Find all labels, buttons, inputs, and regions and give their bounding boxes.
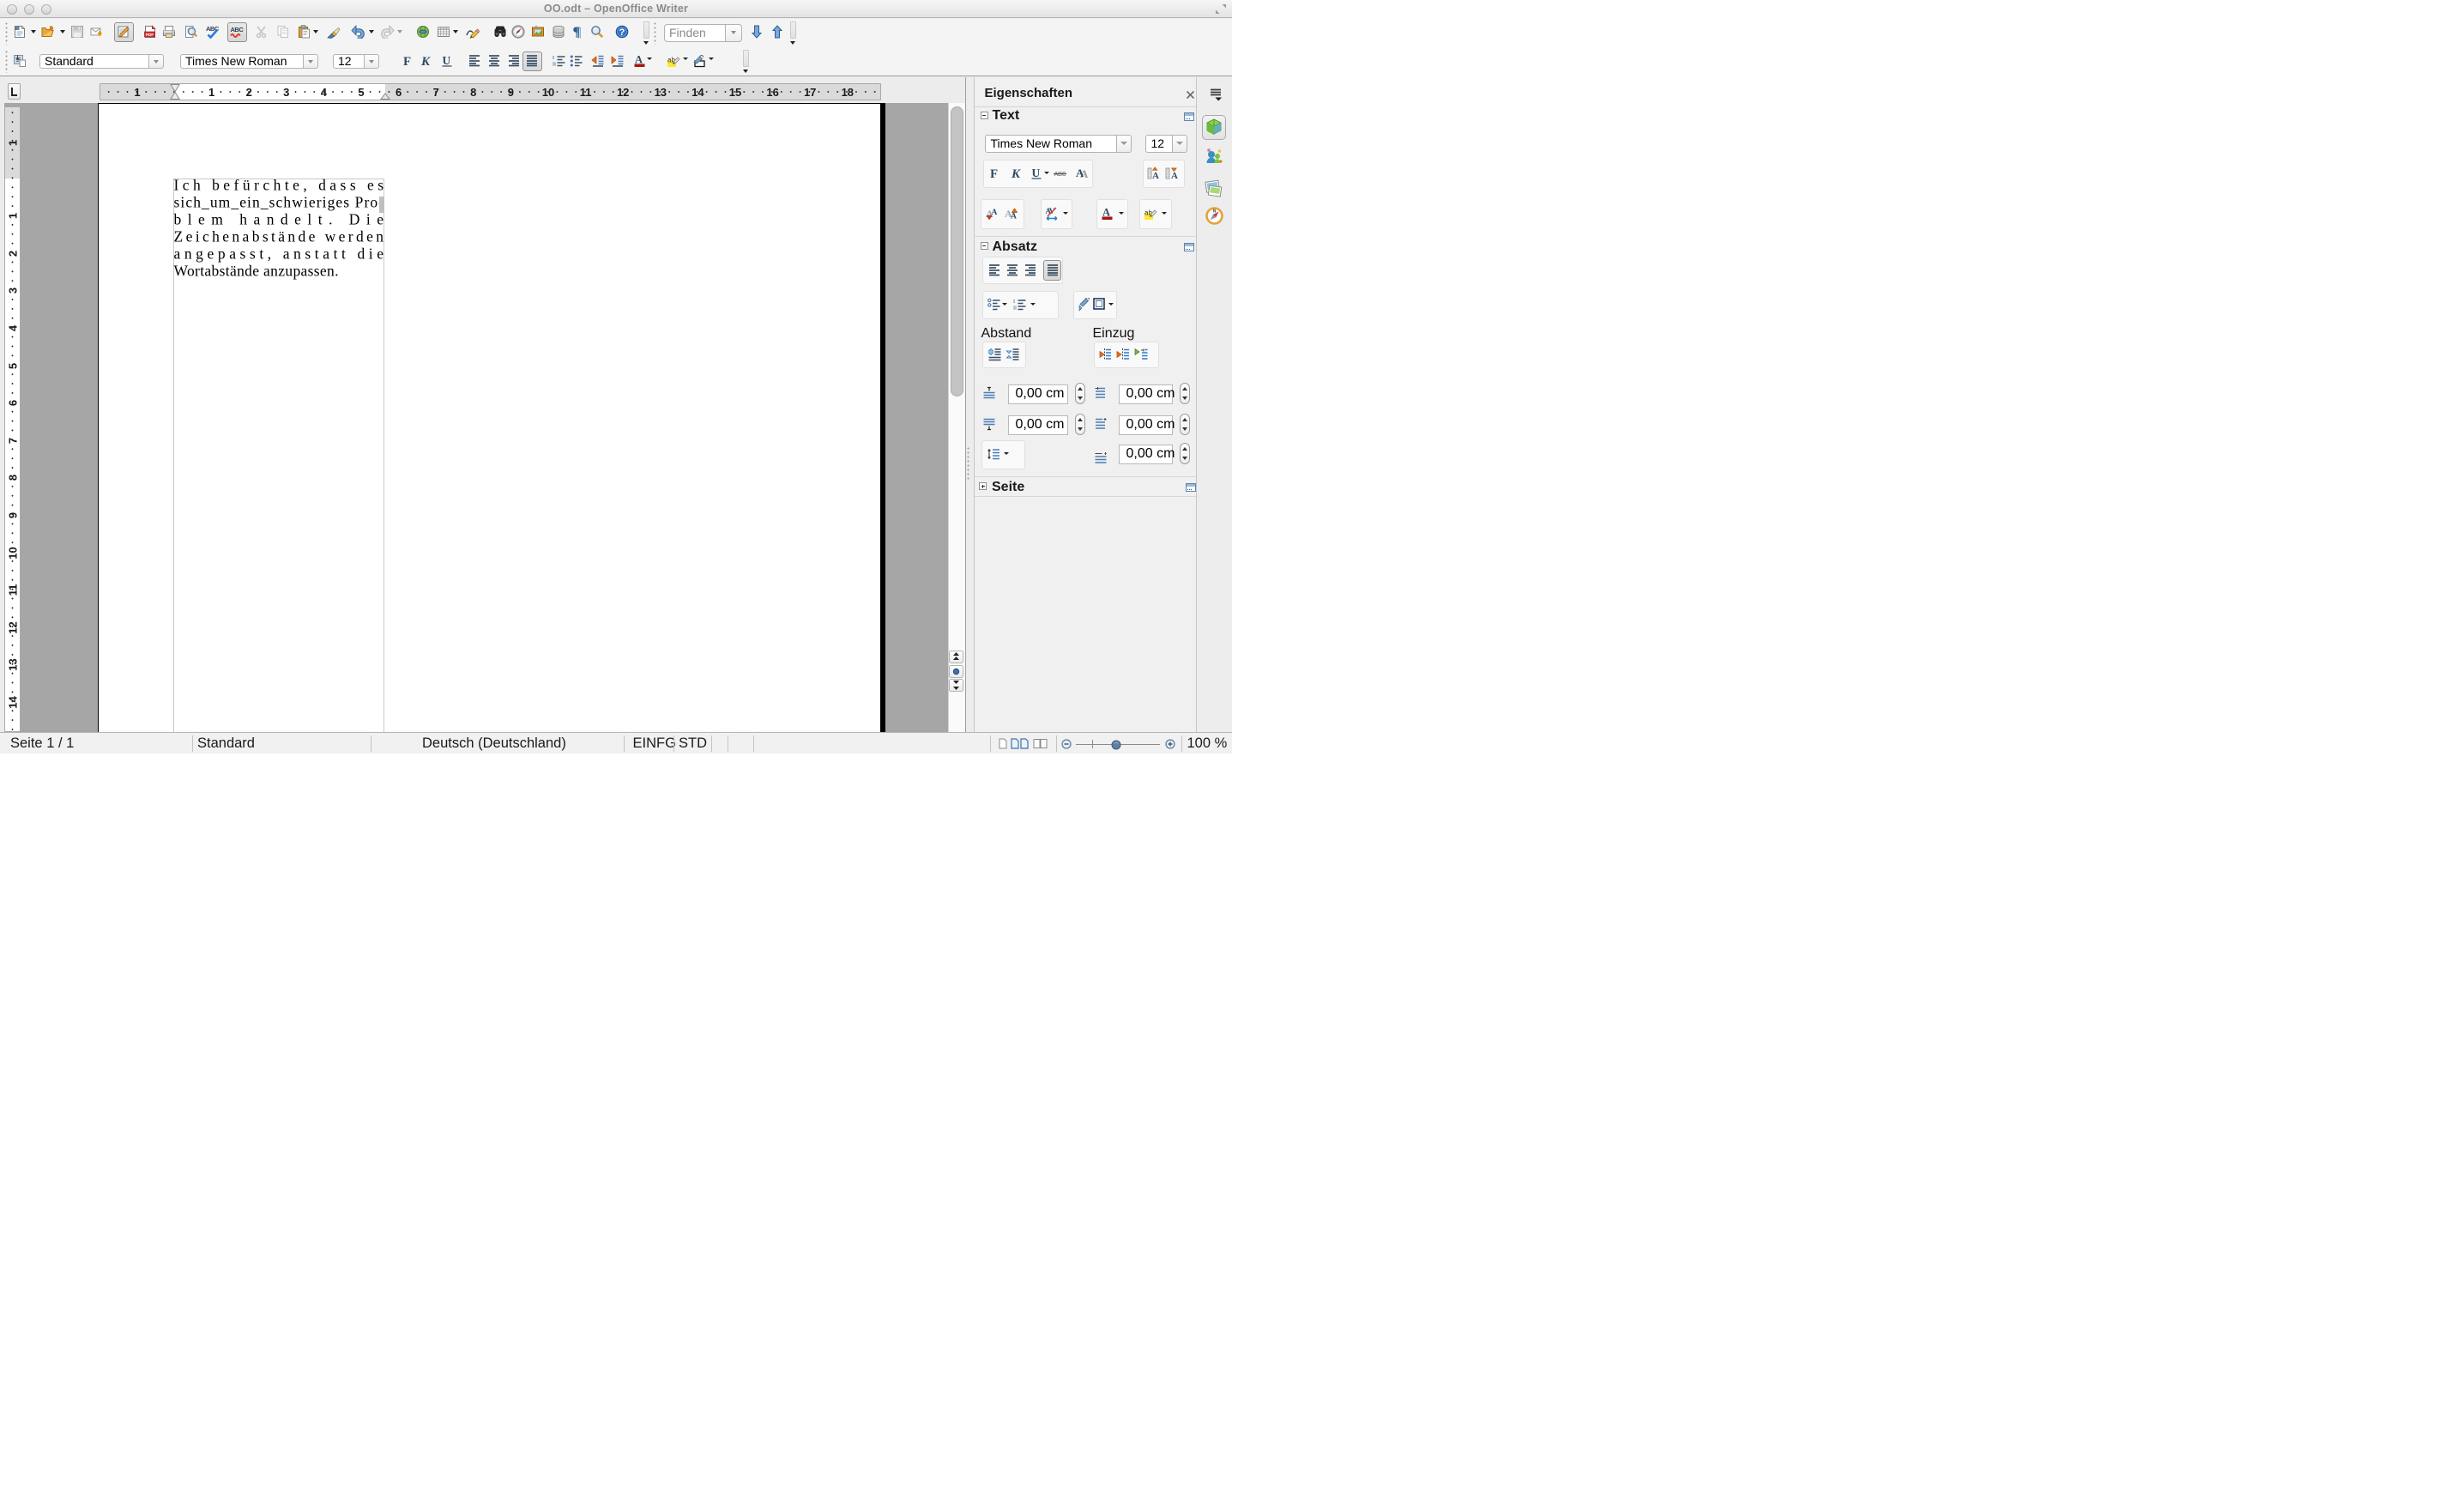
svg-text:PDF: PDF xyxy=(146,33,154,37)
svg-text:F: F xyxy=(990,167,998,180)
svg-text:ABC: ABC xyxy=(206,25,220,33)
svg-text:K: K xyxy=(1011,167,1021,180)
svg-text:ABC: ABC xyxy=(231,26,245,33)
svg-text:U: U xyxy=(443,54,451,67)
svg-text:A: A xyxy=(1171,171,1178,180)
svg-text:N: N xyxy=(1213,209,1217,215)
svg-text:II: II xyxy=(553,63,556,68)
svg-text:II: II xyxy=(1013,306,1017,312)
svg-text:Zeichenabstände werden: Zeichenabstände werden xyxy=(174,227,384,245)
svg-text:?: ? xyxy=(619,27,625,38)
svg-text:ABC: ABC xyxy=(1054,172,1066,178)
svg-text:¶: ¶ xyxy=(573,25,581,39)
svg-text:A: A xyxy=(991,209,997,217)
svg-text:A: A xyxy=(1076,166,1084,179)
svg-text:A: A xyxy=(635,54,643,66)
svg-text:I: I xyxy=(1013,300,1015,305)
svg-text:blem handelt. Die: blem handelt. Die xyxy=(174,210,384,227)
svg-text:Ich befürchte, dass es: Ich befürchte, dass es xyxy=(174,177,384,194)
svg-text:A: A xyxy=(1102,207,1110,219)
svg-text:A: A xyxy=(1011,213,1017,221)
svg-text:U: U xyxy=(1031,166,1040,179)
svg-text:Wortabstände anzupassen.: Wortabstände anzupassen. xyxy=(174,262,339,279)
svg-text:I: I xyxy=(553,56,554,61)
svg-text:F: F xyxy=(403,55,411,68)
svg-text:sich_um_ein_schwieriges Pro-: sich_um_ein_schwieriges Pro- xyxy=(174,193,384,210)
svg-text:A: A xyxy=(1152,171,1159,180)
svg-text:K: K xyxy=(420,55,431,68)
svg-text:angepasst, anstatt die: angepasst, anstatt die xyxy=(174,245,384,262)
